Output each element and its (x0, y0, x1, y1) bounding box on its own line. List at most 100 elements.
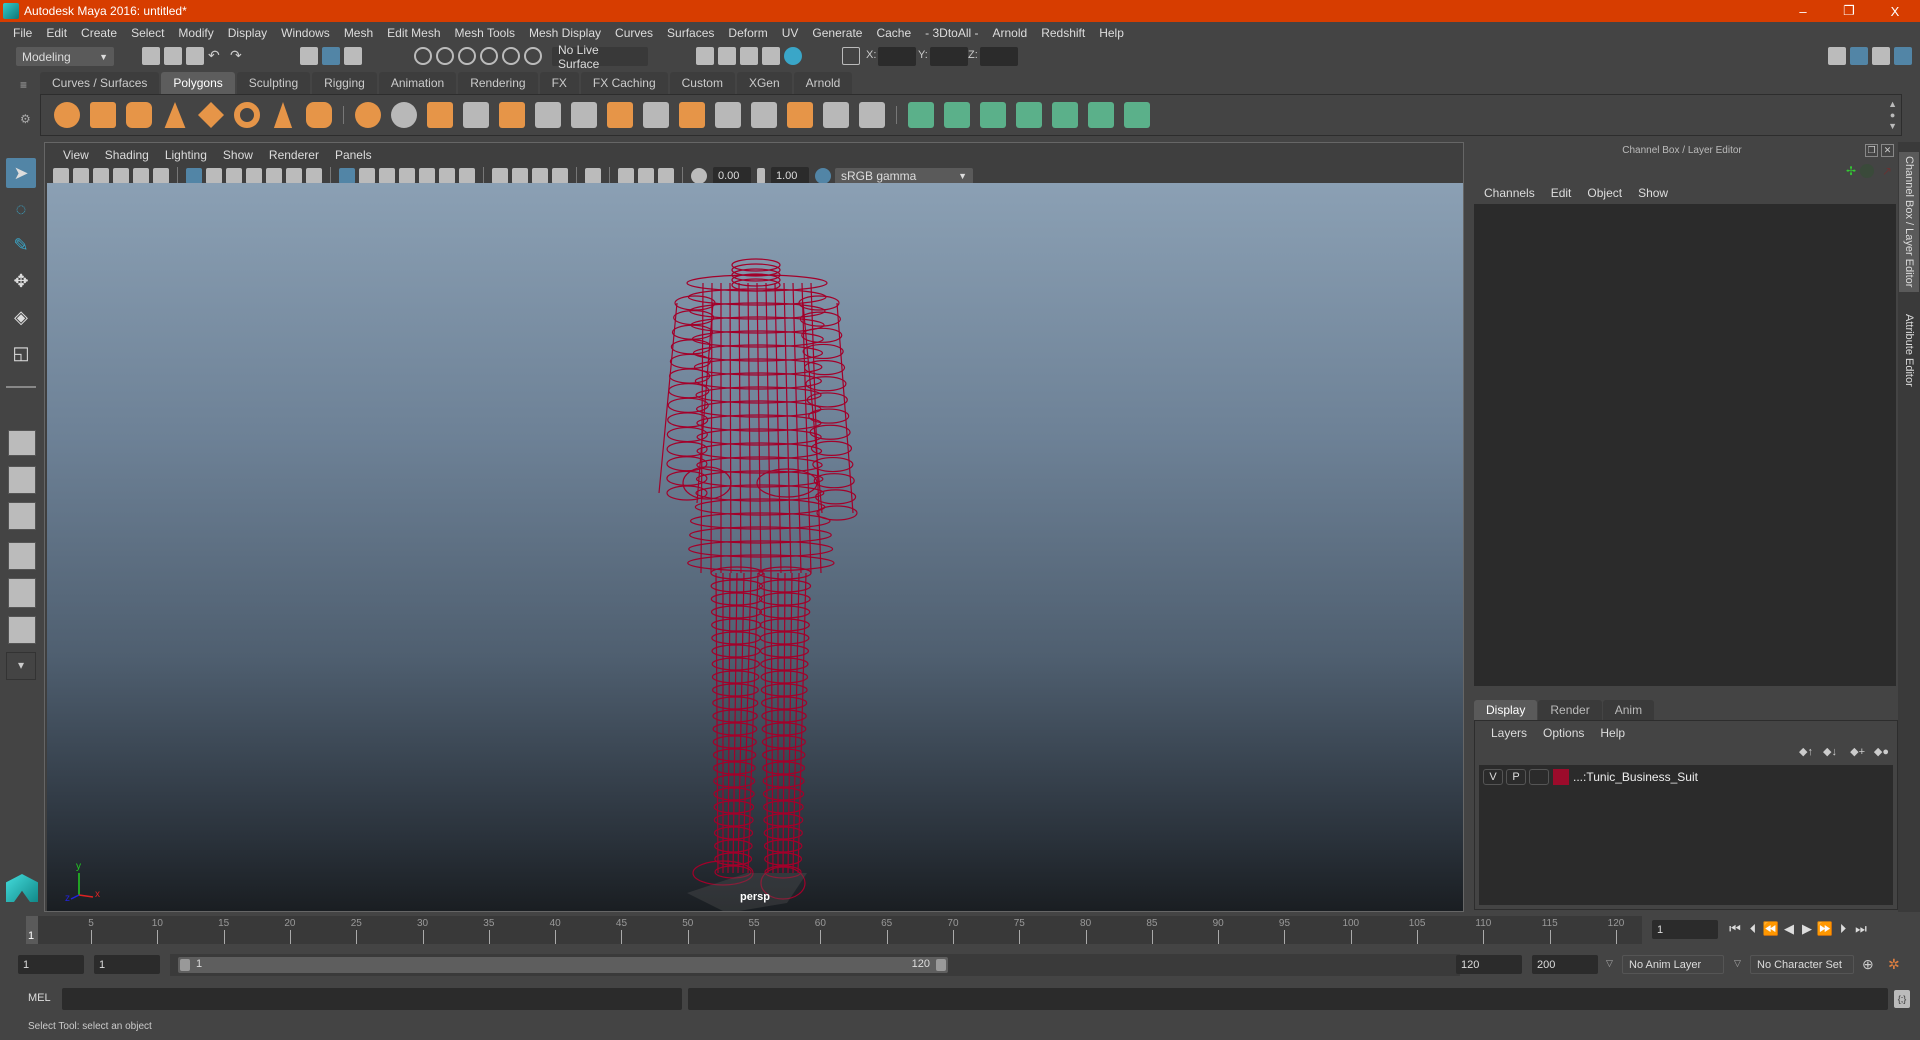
gamma-icon[interactable] (757, 168, 765, 184)
x-input[interactable] (878, 47, 916, 66)
select-object-icon[interactable] (322, 47, 340, 65)
render-current-icon[interactable] (718, 47, 736, 65)
four-view-layout-icon[interactable] (8, 466, 36, 494)
resolution-gate-icon[interactable] (226, 168, 242, 184)
character-set-chevron-icon[interactable]: ▽ (1734, 958, 1741, 969)
mirror-icon[interactable] (427, 102, 453, 128)
go-to-end-icon[interactable]: ⏭ (1852, 920, 1870, 938)
menu-mesh-tools[interactable]: Mesh Tools (448, 26, 522, 40)
poly-cube-icon[interactable] (90, 102, 116, 128)
select-hierarchy-icon[interactable] (300, 47, 318, 65)
poly-plane-icon[interactable] (198, 102, 224, 128)
panel-menu-show[interactable]: Show (215, 148, 261, 162)
panel-menu-view[interactable]: View (55, 148, 97, 162)
color-management-toggle-icon[interactable] (815, 168, 831, 184)
attribute-editor-toggle-icon[interactable] (1850, 47, 1868, 65)
depth-of-field-icon[interactable] (552, 168, 568, 184)
menu-mesh-display[interactable]: Mesh Display (522, 26, 608, 40)
live-surface-field[interactable]: No Live Surface (552, 43, 648, 71)
smooth-icon[interactable] (463, 102, 489, 128)
use-all-lights-icon[interactable] (439, 168, 455, 184)
step-back-key-icon[interactable]: ⏴ (1744, 920, 1762, 938)
modeling-toolkit-icon[interactable] (1828, 47, 1846, 65)
channel-box-toggle-icon[interactable] (1894, 47, 1912, 65)
grease-pencil-icon[interactable] (153, 168, 169, 184)
range-end-handle[interactable] (936, 959, 946, 971)
paint-select-tool-icon[interactable]: ✎ (6, 230, 36, 260)
menu-create[interactable]: Create (74, 26, 124, 40)
y-input[interactable] (930, 47, 968, 66)
animation-end-input[interactable]: 200 (1532, 955, 1598, 974)
move-layer-down-icon[interactable]: ◆↓ (1823, 745, 1837, 758)
select-camera-icon[interactable] (53, 168, 69, 184)
menu-cache[interactable]: Cache (869, 26, 918, 40)
side-tab-attribute-editor[interactable]: Attribute Editor (1899, 298, 1919, 402)
perspective-viewport[interactable]: y x z persp (47, 183, 1463, 911)
uv-editor-icon[interactable] (1088, 102, 1114, 128)
anti-aliasing-icon[interactable] (532, 168, 548, 184)
playback-end-input[interactable]: 120 (1456, 955, 1522, 974)
step-forward-frame-icon[interactable]: ⏩ (1816, 920, 1834, 938)
isolate-select-icon[interactable] (585, 168, 601, 184)
shelf-tab-xgen[interactable]: XGen (736, 72, 792, 94)
bridge-icon[interactable] (607, 102, 633, 128)
grid-icon[interactable] (186, 168, 202, 184)
bookmark-icon[interactable] (93, 168, 109, 184)
lasso-tool-icon[interactable]: ◌ (6, 194, 36, 224)
playback-start-input[interactable]: 1 (94, 955, 160, 974)
menu-deform[interactable]: Deform (721, 26, 774, 40)
motion-blur-icon[interactable] (512, 168, 528, 184)
extrude-icon[interactable] (679, 102, 705, 128)
shelf-tab-polygons[interactable]: Polygons (161, 72, 235, 94)
select-component-icon[interactable] (344, 47, 362, 65)
menu-arnold[interactable]: Arnold (986, 26, 1035, 40)
show-menu[interactable]: Show (1630, 186, 1676, 200)
bevel-icon[interactable] (535, 102, 561, 128)
range-slider-bar[interactable]: 1 120 (178, 957, 948, 973)
wireframe-icon[interactable] (339, 168, 355, 184)
current-frame-input[interactable]: 1 (1652, 920, 1718, 939)
automatic-uv-icon[interactable] (1016, 102, 1042, 128)
anim-layer-chevron-icon[interactable]: ▽ (1606, 958, 1613, 969)
anim-layer-dropdown[interactable]: No Anim Layer (1622, 955, 1724, 974)
shelf-tab-curves-surfaces[interactable]: Curves / Surfaces (40, 72, 160, 94)
menuset-dropdown[interactable]: Modeling ▼ (16, 47, 114, 66)
menu-surfaces[interactable]: Surfaces (660, 26, 721, 40)
tool-settings-icon[interactable] (1872, 47, 1890, 65)
step-forward-key-icon[interactable]: ⏵ (1834, 920, 1852, 938)
menu-generate[interactable]: Generate (805, 26, 869, 40)
exposure-icon[interactable] (691, 168, 707, 184)
menu-file[interactable]: File (6, 26, 39, 40)
poly-torus-icon[interactable] (234, 102, 260, 128)
menu-edit[interactable]: Edit (39, 26, 74, 40)
tab-anim[interactable]: Anim (1602, 700, 1655, 720)
xray-icon[interactable] (618, 168, 634, 184)
persp-outliner-layout-icon[interactable] (8, 502, 36, 530)
minimize-button[interactable]: – (1780, 0, 1826, 22)
manipulator-axes-icon[interactable]: ✢ (1846, 164, 1856, 178)
snap-curve-icon[interactable] (436, 47, 454, 65)
layer-display-type-toggle[interactable] (1529, 769, 1549, 785)
snap-grid-icon[interactable] (414, 47, 432, 65)
offset-edge-loop-icon[interactable] (751, 102, 777, 128)
persp-graph-layout-icon[interactable] (8, 542, 36, 570)
hypershade-icon[interactable] (784, 47, 802, 65)
menu-3dtoall[interactable]: - 3DtoAll - (918, 26, 985, 40)
panel-menu-lighting[interactable]: Lighting (157, 148, 215, 162)
play-forwards-icon[interactable]: ▶ (1798, 920, 1816, 938)
shelf-settings-gear-icon[interactable]: ⚙ (20, 112, 34, 126)
rotate-tool-icon[interactable]: ◈ (6, 302, 36, 332)
panel-menu-panels[interactable]: Panels (327, 148, 380, 162)
character-set-dropdown[interactable]: No Character Set (1750, 955, 1854, 974)
quad-draw-icon[interactable] (787, 102, 813, 128)
layers-menu[interactable]: Layers (1483, 723, 1535, 743)
shelf-menu-icon[interactable]: ≡ (20, 78, 34, 92)
object-menu[interactable]: Object (1579, 186, 1630, 200)
save-scene-icon[interactable] (186, 47, 204, 65)
wireframe-on-shaded-icon[interactable] (399, 168, 415, 184)
side-tab-channel-box[interactable]: Channel Box / Layer Editor (1899, 152, 1919, 292)
gate-mask-icon[interactable] (246, 168, 262, 184)
menu-select[interactable]: Select (124, 26, 171, 40)
range-slider-track[interactable]: 1 120 (170, 954, 1460, 976)
poly-sphere-icon[interactable] (54, 102, 80, 128)
